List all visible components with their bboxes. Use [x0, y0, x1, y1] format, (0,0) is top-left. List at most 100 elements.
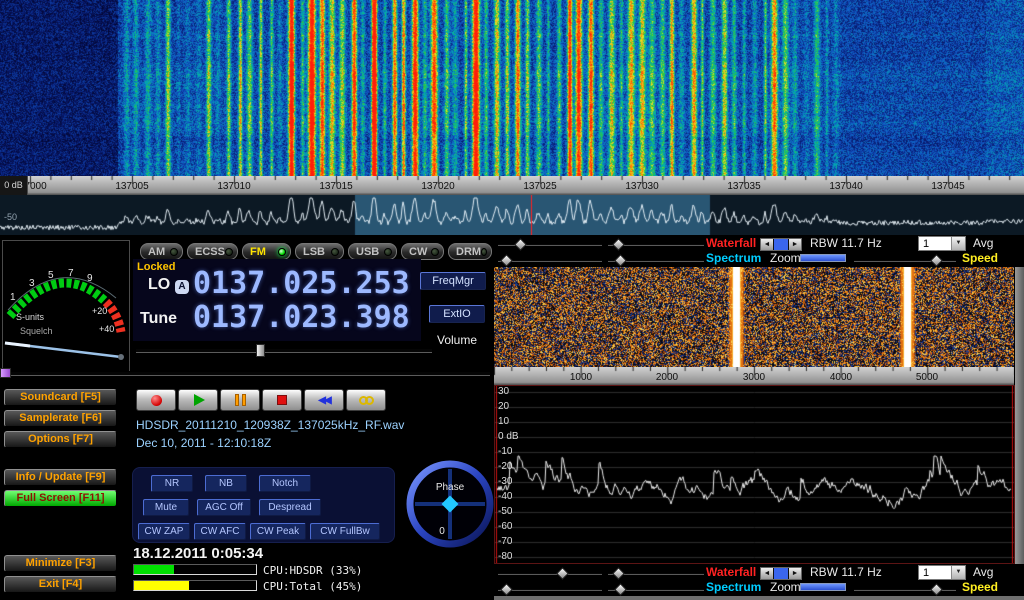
zoom-left-arrow-icon[interactable]: ◄ — [761, 568, 773, 579]
dsp-button-mute[interactable]: Mute — [143, 499, 189, 516]
loop-button[interactable] — [346, 389, 386, 411]
zoom-scrollbar[interactable]: ◄ ► — [760, 238, 802, 251]
dropdown-arrow-icon[interactable]: ▼ — [951, 237, 965, 250]
mode-button-drm[interactable]: DRM — [448, 243, 492, 260]
rewind-button[interactable]: ◀◀ — [304, 389, 344, 411]
spectrum-label[interactable]: Spectrum — [706, 581, 761, 595]
dsp-button-agc-off[interactable]: AGC Off — [197, 499, 251, 516]
waterfall-brightness-slider[interactable] — [608, 568, 704, 580]
mode-label: CW — [409, 246, 427, 258]
stop-button[interactable] — [262, 389, 302, 411]
ruler-label: 137005 — [115, 181, 148, 192]
sidebar-button-full-screen[interactable]: Full Screen [F11] — [4, 490, 117, 507]
mode-led-icon — [331, 248, 339, 256]
pause-button[interactable] — [220, 389, 260, 411]
slider-thumb[interactable] — [612, 238, 625, 251]
play-button[interactable] — [178, 389, 218, 411]
mode-button-usb[interactable]: USB — [348, 243, 397, 260]
avg-select[interactable]: 1 ▼ — [918, 236, 966, 251]
lo-lock-badge[interactable]: A — [175, 280, 189, 294]
dsp-button-cw-zap[interactable]: CW ZAP — [138, 523, 190, 540]
audio-frequency-ruler[interactable]: 1000 2000 3000 4000 5000 — [494, 367, 1014, 385]
waterfall-contrast-slider[interactable] — [498, 568, 602, 580]
volume-slider[interactable] — [136, 348, 432, 353]
zoom-level-bar[interactable] — [800, 583, 846, 591]
audio-waterfall-display[interactable] — [494, 267, 1014, 367]
slider-thumb[interactable] — [930, 583, 943, 596]
mode-button-cw[interactable]: CW — [401, 243, 444, 260]
squelch-slider-thumb[interactable] — [0, 368, 11, 378]
spectrum-offset-slider[interactable] — [608, 255, 704, 267]
volume-slider-thumb[interactable] — [256, 344, 265, 357]
sidebar-button-info-update[interactable]: Info / Update [F9] — [4, 469, 117, 486]
s-meter-over-tick: +40 — [99, 324, 114, 334]
main-spectrum-display[interactable] — [0, 195, 1024, 235]
zoom-left-arrow-icon[interactable]: ◄ — [761, 239, 773, 250]
squelch-slider[interactable] — [1, 371, 490, 376]
spectrum-range-slider[interactable] — [498, 584, 602, 596]
spectrum-range-slider[interactable] — [498, 255, 602, 267]
slider-thumb[interactable] — [500, 254, 513, 267]
zoom-scrollbar[interactable]: ◄ ► — [760, 567, 802, 580]
sidebar-button-options[interactable]: Options [F7] — [4, 431, 117, 448]
db-tick: 0 dB — [498, 431, 519, 442]
waterfall-label[interactable]: Waterfall — [706, 566, 756, 580]
spectrum-label[interactable]: Spectrum — [706, 252, 761, 266]
loop-icon — [359, 396, 374, 405]
main-waterfall-display[interactable] — [0, 0, 1024, 176]
slider-thumb[interactable] — [612, 567, 625, 580]
slider-thumb[interactable] — [614, 254, 627, 267]
slider-thumb[interactable] — [614, 583, 627, 596]
avg-label: Avg — [973, 566, 993, 580]
dsp-button-nb[interactable]: NB — [205, 475, 247, 492]
s-meter-tick: 9 — [87, 273, 93, 284]
avg-select[interactable]: 1 ▼ — [918, 565, 966, 580]
dsp-button-notch[interactable]: Notch — [259, 475, 311, 492]
audio-spectrum-display[interactable] — [495, 386, 1014, 563]
zoom-right-arrow-icon[interactable]: ► — [789, 239, 801, 250]
dsp-button-cw-fullbw[interactable]: CW FullBw — [310, 523, 380, 540]
mode-button-am[interactable]: AM — [140, 243, 183, 260]
tune-label: Tune — [140, 310, 177, 328]
speed-slider[interactable] — [854, 255, 956, 267]
spectrum-offset-slider[interactable] — [608, 584, 704, 596]
speed-slider[interactable] — [854, 584, 956, 596]
avg-label: Avg — [973, 237, 993, 251]
db-zero-label: 0 dB — [0, 176, 28, 195]
waterfall-label[interactable]: Waterfall — [706, 237, 756, 251]
dropdown-arrow-icon[interactable]: ▼ — [951, 566, 965, 579]
dsp-button-despread[interactable]: Despread — [259, 499, 321, 516]
extio-button[interactable]: ExtIO — [429, 305, 485, 323]
lo-frequency-display[interactable]: 0137.025.253 — [193, 269, 410, 299]
slider-thumb[interactable] — [500, 583, 513, 596]
slider-thumb[interactable] — [514, 238, 527, 251]
waterfall-brightness-slider[interactable] — [608, 239, 704, 251]
mode-led-icon — [431, 248, 439, 256]
sidebar-button-exit[interactable]: Exit [F4] — [4, 576, 117, 593]
slider-thumb[interactable] — [556, 567, 569, 580]
zoom-level-bar[interactable] — [800, 254, 846, 262]
dsp-button-cw-peak[interactable]: CW Peak — [250, 523, 306, 540]
waterfall-contrast-slider[interactable] — [498, 239, 602, 251]
zoom-right-arrow-icon[interactable]: ► — [789, 568, 801, 579]
freqmgr-button[interactable]: FreqMgr — [420, 272, 486, 290]
frequency-ruler[interactable]: 137000 137005 137010 137015 137020 13702… — [0, 176, 1024, 195]
zoom-scrollbar-thumb[interactable] — [773, 239, 789, 250]
mode-button-ecss[interactable]: ECSS — [187, 243, 238, 260]
mode-led-icon — [384, 248, 392, 256]
dsp-button-nr[interactable]: NR — [151, 475, 193, 492]
record-button[interactable] — [136, 389, 176, 411]
sidebar-button-minimize[interactable]: Minimize [F3] — [4, 555, 117, 572]
dsp-button-cw-afc[interactable]: CW AFC — [194, 523, 246, 540]
zoom-scrollbar-thumb[interactable] — [773, 568, 789, 579]
sidebar-button-soundcard[interactable]: Soundcard [F5] — [4, 389, 117, 406]
db-tick: -40 — [498, 491, 512, 502]
s-meter-over-tick: +20 — [92, 306, 107, 316]
mode-button-fm[interactable]: FM — [242, 243, 291, 260]
cpu-hdsdr-label: CPU:HDSDR (33%) — [263, 564, 362, 577]
mode-button-lsb[interactable]: LSB — [295, 243, 344, 260]
slider-thumb[interactable] — [930, 254, 943, 267]
avg-select-value: 1 — [923, 567, 929, 579]
sidebar-button-samplerate[interactable]: Samplerate [F6] — [4, 410, 117, 427]
tune-frequency-display[interactable]: 0137.023.398 — [193, 303, 410, 333]
